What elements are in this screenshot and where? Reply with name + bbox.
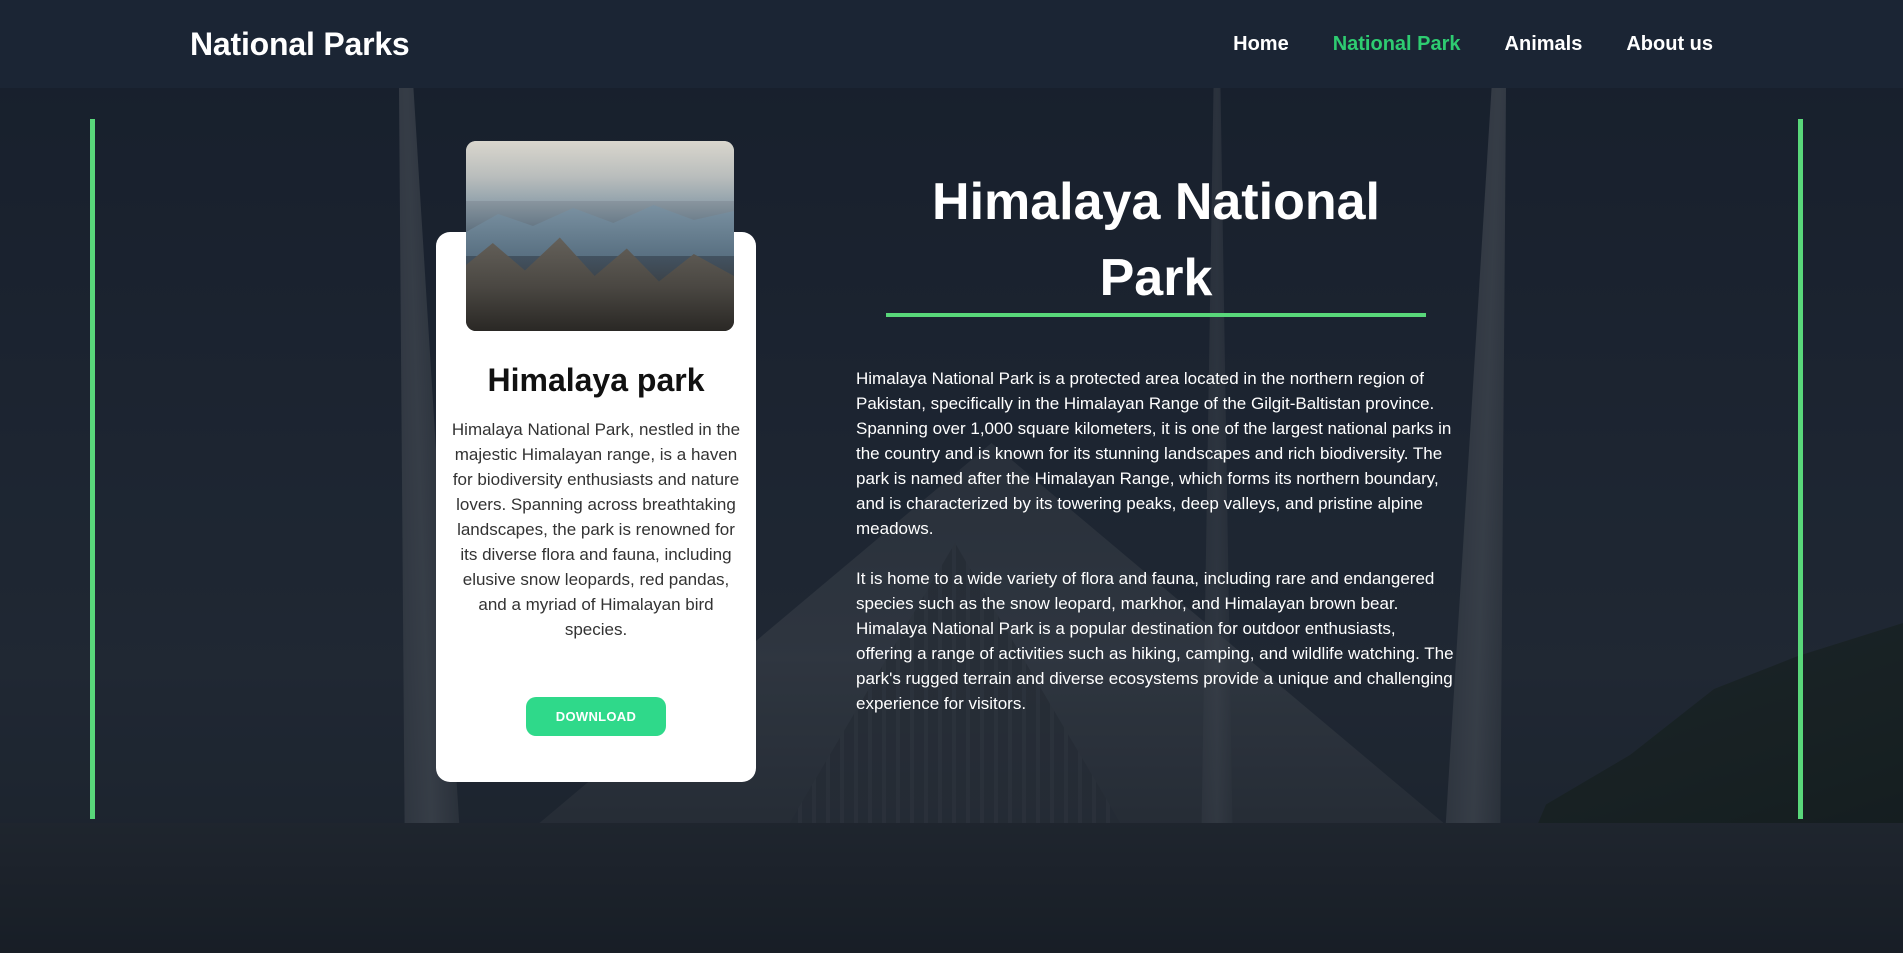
title-underline xyxy=(886,313,1426,317)
description-paragraph-2: It is home to a wide variety of flora an… xyxy=(856,569,1454,713)
park-description: Himalaya National Park is a protected ar… xyxy=(856,366,1456,716)
image-far-mountains xyxy=(466,205,734,256)
brand-logo[interactable]: National Parks xyxy=(190,26,410,63)
nav-link-animals[interactable]: Animals xyxy=(1505,33,1583,56)
nav-link-national-park[interactable]: National Park xyxy=(1333,33,1461,56)
image-sky xyxy=(466,141,734,201)
himalaya-mountains-image xyxy=(466,141,734,331)
navbar: National Parks Home National Park Animal… xyxy=(0,0,1903,88)
nav-link-home[interactable]: Home xyxy=(1233,33,1289,56)
card-title: Himalaya park xyxy=(487,362,705,398)
download-button[interactable]: DOWNLOAD xyxy=(526,697,666,736)
description-paragraph-1: Himalaya National Park is a protected ar… xyxy=(856,369,1452,538)
accent-bar-left xyxy=(90,119,95,819)
card-description: Himalaya National Park, nestled in the m… xyxy=(451,420,741,639)
accent-bar-right xyxy=(1798,119,1803,819)
nav-link-about-us[interactable]: About us xyxy=(1626,33,1713,56)
main-nav: Home National Park Animals About us xyxy=(1233,33,1713,56)
page-title: Himalaya National Park xyxy=(932,173,1380,307)
